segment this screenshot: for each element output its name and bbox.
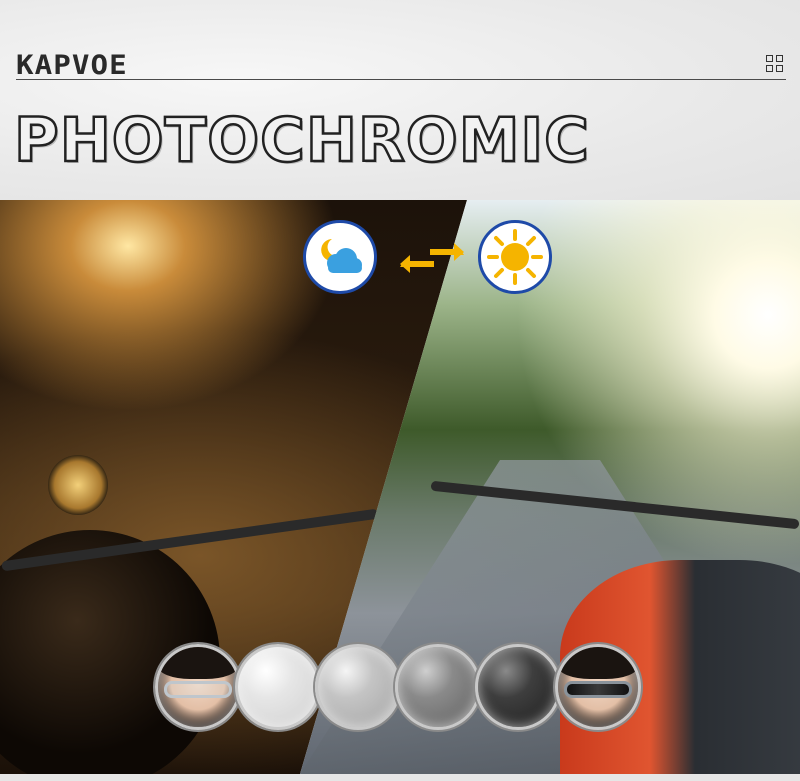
dark-lens-face: [555, 644, 641, 730]
lens-tint-3: [395, 644, 481, 730]
page-title: PHOTOCHROMIC: [13, 104, 590, 178]
lens-tint-2: [315, 644, 401, 730]
speedometer: [48, 455, 108, 515]
grid-icon[interactable]: [766, 55, 783, 72]
hair: [558, 647, 638, 679]
swap-arrows-icon: [400, 243, 464, 273]
dark-glasses: [564, 680, 632, 699]
moon-cloud-icon: [303, 220, 377, 294]
clear-glasses: [164, 680, 232, 699]
lens-tint-4: [475, 644, 561, 730]
clear-lens-face: [155, 644, 241, 730]
lens-tint-1: [235, 644, 321, 730]
header: KAPVOE PHOTOCHROMIC: [0, 0, 800, 200]
header-divider: [16, 79, 786, 80]
brand-logo: KAPVOE: [16, 50, 128, 81]
hair: [158, 647, 238, 679]
bottom-strip: [0, 774, 800, 781]
sun-icon: [478, 220, 552, 294]
